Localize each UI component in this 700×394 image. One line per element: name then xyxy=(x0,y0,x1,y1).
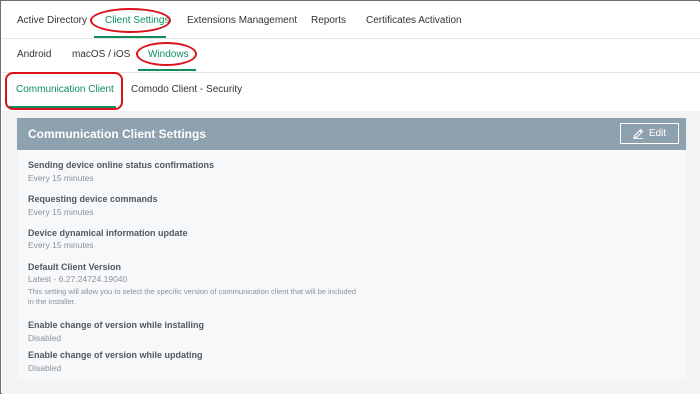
window-frame: Active Directory Client Settings Extensi… xyxy=(0,0,700,394)
field-value-client-version: Latest - 6.27.24724.19040 xyxy=(28,274,128,284)
field-label-version-installing: Enable change of version while installin… xyxy=(28,320,205,330)
edit-label: Edit xyxy=(648,128,667,139)
tab-client-settings[interactable]: Client Settings xyxy=(105,15,169,26)
edit-pencil-icon xyxy=(633,128,644,139)
panel-header: Communication Client Settings Edit xyxy=(17,118,686,150)
field-value-online-status: Every 15 minutes xyxy=(28,173,94,183)
field-value-version-installing: Disabled xyxy=(28,333,62,343)
tab-comodo-client-security[interactable]: Comodo Client - Security xyxy=(131,84,242,95)
field-value-dynamical-info: Every 15 minutes xyxy=(28,240,94,250)
tab-active-directory[interactable]: Active Directory xyxy=(17,15,87,26)
tab-windows-underline xyxy=(138,69,196,71)
os-tab-bar: Android macOS / iOS Windows xyxy=(2,39,700,73)
field-value-device-commands: Every 15 minutes xyxy=(28,207,94,217)
tab-certificates-activation[interactable]: Certificates Activation xyxy=(366,15,462,26)
tab-windows[interactable]: Windows xyxy=(148,49,189,60)
tab-communication-client-underline xyxy=(9,106,116,108)
tab-reports[interactable]: Reports xyxy=(311,15,346,26)
sub-tab-bar: Communication Client Comodo Client - Sec… xyxy=(2,72,700,111)
tab-communication-client[interactable]: Communication Client xyxy=(16,84,114,95)
field-value-version-updating: Disabled xyxy=(28,363,62,373)
tab-macos-ios[interactable]: macOS / iOS xyxy=(72,49,130,60)
panel-title: Communication Client Settings xyxy=(28,127,207,141)
tab-client-settings-underline xyxy=(94,36,166,38)
tab-android[interactable]: Android xyxy=(17,49,51,60)
field-label-online-status: Sending device online status confirmatio… xyxy=(28,160,215,170)
edit-button[interactable]: Edit xyxy=(620,123,679,144)
settings-panel: Communication Client Settings Edit Sendi… xyxy=(17,118,686,380)
field-label-version-updating: Enable change of version while updating xyxy=(28,350,203,360)
tab-extensions-management[interactable]: Extensions Management xyxy=(187,15,297,26)
top-tab-bar: Active Directory Client Settings Extensi… xyxy=(2,2,700,39)
field-note-client-version: This setting will allow you to select th… xyxy=(28,287,357,306)
field-label-device-commands: Requesting device commands xyxy=(28,194,158,204)
field-label-dynamical-info: Device dynamical information update xyxy=(28,228,188,238)
field-label-client-version: Default Client Version xyxy=(28,262,122,272)
